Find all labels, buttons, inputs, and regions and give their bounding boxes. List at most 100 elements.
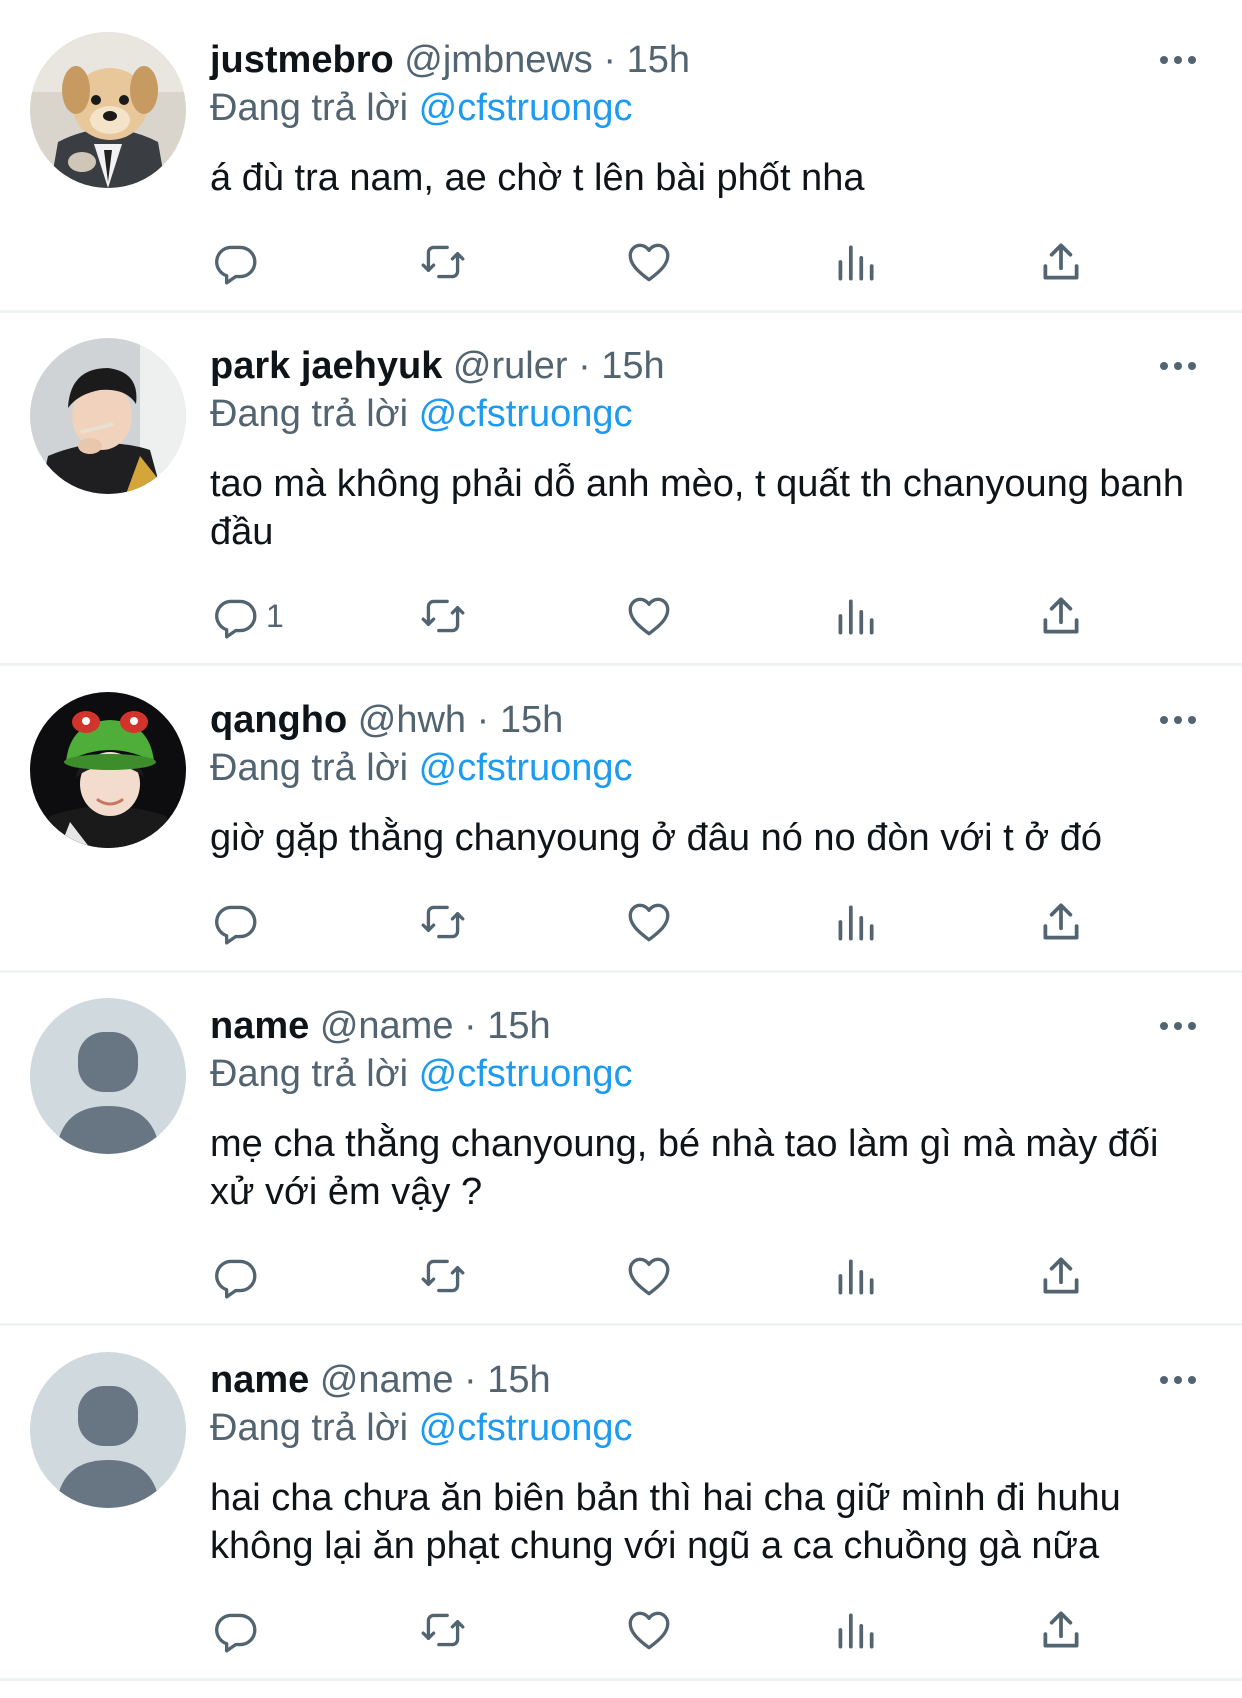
- mention-link[interactable]: @cfstruongc: [419, 1407, 633, 1449]
- replying-prefix: Đang trả lời: [210, 747, 409, 789]
- replying-to: Đang trả lời @cfstruongc: [210, 1404, 633, 1452]
- avatar[interactable]: [30, 32, 186, 188]
- views-button[interactable]: [830, 892, 880, 952]
- separator: ·: [603, 39, 616, 81]
- bar-chart-icon: [838, 1613, 874, 1649]
- timestamp[interactable]: 15h: [601, 345, 664, 387]
- mention-link[interactable]: @cfstruongc: [419, 747, 633, 789]
- more-options-button[interactable]: [1158, 1006, 1198, 1046]
- tweet-header: qangho @hwh · 15h: [210, 696, 563, 744]
- replying-prefix: Đang trả lời: [210, 87, 409, 129]
- tweet-header: justmebro @jmbnews · 15h: [210, 36, 690, 84]
- action-bar: 1: [0, 586, 1242, 646]
- reply-button[interactable]: [210, 892, 266, 952]
- like-button[interactable]: [624, 1246, 674, 1306]
- tweet-header: park jaehyuk @ruler · 15h: [210, 342, 665, 390]
- more-options-button[interactable]: [1158, 700, 1198, 740]
- bar-chart-icon: [838, 905, 874, 941]
- retweet-icon: [421, 1259, 465, 1293]
- reply-button[interactable]: [210, 1246, 266, 1306]
- tweet-text: á đù tra nam, ae chờ t lên bài phốt nha: [210, 157, 865, 199]
- display-name[interactable]: name: [210, 1005, 309, 1047]
- display-name[interactable]: park jaehyuk: [210, 345, 442, 387]
- share-button[interactable]: [1036, 586, 1086, 646]
- action-bar: [0, 892, 1242, 952]
- display-name[interactable]: qangho: [210, 699, 347, 741]
- share-icon: [1043, 597, 1079, 634]
- ellipsis-icon: [1160, 1022, 1196, 1030]
- separator: ·: [476, 699, 490, 741]
- divider: [0, 310, 1242, 313]
- timestamp[interactable]: 15h: [500, 699, 563, 741]
- divider: [0, 663, 1242, 666]
- more-options-button[interactable]: [1158, 40, 1198, 80]
- handle[interactable]: @hwh: [358, 699, 466, 741]
- views-button[interactable]: [830, 1246, 880, 1306]
- share-button[interactable]: [1036, 1600, 1086, 1660]
- share-icon: [1043, 1257, 1079, 1294]
- share-button[interactable]: [1036, 232, 1086, 292]
- timestamp[interactable]: 15h: [627, 39, 690, 81]
- separator: ·: [464, 1359, 477, 1401]
- timestamp[interactable]: 15h: [487, 1359, 550, 1401]
- avatar[interactable]: [30, 692, 186, 848]
- display-name[interactable]: name: [210, 1359, 309, 1401]
- ellipsis-icon: [1160, 56, 1196, 64]
- reply-button[interactable]: 1: [210, 586, 284, 646]
- retweet-button[interactable]: [418, 892, 468, 952]
- timestamp[interactable]: 15h: [487, 1005, 550, 1047]
- retweet-icon: [421, 599, 465, 633]
- separator: ·: [464, 1005, 477, 1047]
- bar-chart-icon: [838, 245, 874, 281]
- retweet-icon: [421, 245, 465, 279]
- avatar[interactable]: [30, 1352, 186, 1508]
- more-options-button[interactable]: [1158, 1360, 1198, 1400]
- mention-link[interactable]: @cfstruongc: [419, 1053, 633, 1095]
- reply-button[interactable]: [210, 232, 266, 292]
- person-hat-avatar-image: [30, 692, 186, 848]
- ellipsis-icon: [1160, 362, 1196, 370]
- like-button[interactable]: [624, 892, 674, 952]
- bar-chart-icon: [838, 599, 874, 635]
- like-button[interactable]: [624, 232, 674, 292]
- handle[interactable]: @ruler: [453, 345, 568, 387]
- avatar[interactable]: [30, 998, 186, 1154]
- views-button[interactable]: [830, 586, 880, 646]
- retweet-icon: [421, 905, 465, 939]
- bar-chart-icon: [838, 1259, 874, 1295]
- divider: [0, 1323, 1242, 1326]
- views-button[interactable]: [830, 1600, 880, 1660]
- handle[interactable]: @name: [320, 1359, 454, 1401]
- tweet-text: mẹ cha thằng chanyoung, bé nhà tao làm g…: [210, 1123, 1159, 1213]
- reply-button[interactable]: [210, 1600, 266, 1660]
- like-button[interactable]: [624, 586, 674, 646]
- reply-icon: [215, 1613, 257, 1653]
- reply-count: 1: [266, 597, 284, 634]
- share-icon: [1043, 903, 1079, 940]
- retweet-button[interactable]: [418, 1246, 468, 1306]
- retweet-button[interactable]: [418, 586, 468, 646]
- retweet-button[interactable]: [418, 232, 468, 292]
- retweet-button[interactable]: [418, 1600, 468, 1660]
- heart-icon: [628, 1611, 670, 1650]
- views-button[interactable]: [830, 232, 880, 292]
- like-button[interactable]: [624, 1600, 674, 1660]
- default-avatar-icon: [30, 1352, 186, 1508]
- action-bar: [0, 232, 1242, 292]
- share-icon: [1043, 1611, 1079, 1648]
- share-button[interactable]: [1036, 1246, 1086, 1306]
- heart-icon: [628, 597, 670, 636]
- tweet-header: name @name · 15h: [210, 1002, 551, 1050]
- ellipsis-icon: [1160, 716, 1196, 724]
- display-name[interactable]: justmebro: [210, 39, 394, 81]
- person-avatar-image: [30, 338, 186, 494]
- reply-icon: [215, 905, 257, 945]
- avatar[interactable]: [30, 338, 186, 494]
- mention-link[interactable]: @cfstruongc: [419, 393, 633, 435]
- handle[interactable]: @jmbnews: [404, 39, 593, 81]
- mention-link[interactable]: @cfstruongc: [419, 87, 633, 129]
- divider: [0, 1678, 1242, 1681]
- handle[interactable]: @name: [320, 1005, 454, 1047]
- more-options-button[interactable]: [1158, 346, 1198, 386]
- share-button[interactable]: [1036, 892, 1086, 952]
